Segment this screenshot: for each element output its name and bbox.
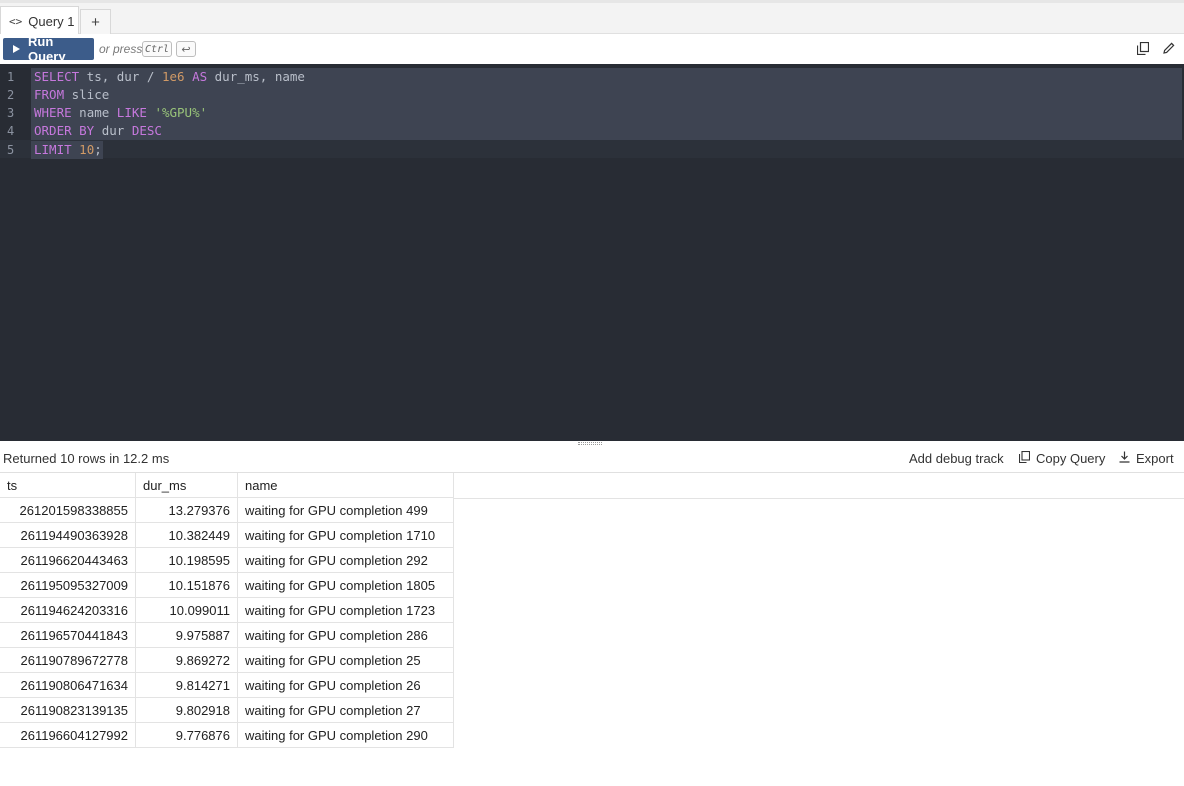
editor-line: 1 SELECT ts, dur / 1e6 AS dur_ms, name bbox=[0, 68, 1184, 86]
copy-query-label: Copy Query bbox=[1036, 451, 1106, 466]
code-line: FROM slice bbox=[34, 87, 110, 102]
copy-icon[interactable] bbox=[1135, 40, 1151, 56]
run-query-button[interactable]: Run Query bbox=[3, 34, 94, 64]
cell-ts: 261194624203316 bbox=[0, 598, 136, 623]
code-line: LIMIT 10; bbox=[34, 142, 102, 157]
cell-ts: 261196604127992 bbox=[0, 723, 136, 748]
cell-dur-ms: 10.382449 bbox=[136, 523, 238, 548]
pencil-icon[interactable] bbox=[1161, 40, 1177, 56]
column-header-ts[interactable]: ts bbox=[0, 473, 136, 498]
column-header-name[interactable]: name bbox=[238, 473, 454, 498]
download-icon bbox=[1119, 451, 1130, 466]
table-row[interactable]: 261194490363928 10.382449 waiting for GPU … bbox=[0, 523, 454, 548]
cell-dur-ms: 10.198595 bbox=[136, 548, 238, 573]
cell-dur-ms: 9.869272 bbox=[136, 648, 238, 673]
cell-name: waiting for GPU completion 27 bbox=[238, 698, 454, 723]
cell-ts: 261190823139135 bbox=[0, 698, 136, 723]
cell-name: waiting for GPU completion 286 bbox=[238, 623, 454, 648]
table-row[interactable]: 261201598338855 13.279376 waiting for GPU … bbox=[0, 498, 454, 523]
cell-dur-ms: 9.975887 bbox=[136, 623, 238, 648]
table-row[interactable]: 261195095327009 10.151876 waiting for GPU … bbox=[0, 573, 454, 598]
table-body: 261201598338855 13.279376 waiting for GPU … bbox=[0, 498, 454, 748]
cell-ts: 261194490363928 bbox=[0, 523, 136, 548]
cell-ts: 261190789672778 bbox=[0, 648, 136, 673]
tab-query-1[interactable]: <> Query 1 bbox=[0, 6, 79, 36]
cell-dur-ms: 10.099011 bbox=[136, 598, 238, 623]
export-button[interactable]: Export bbox=[1119, 451, 1174, 466]
export-label: Export bbox=[1136, 451, 1174, 466]
cell-dur-ms: 9.776876 bbox=[136, 723, 238, 748]
cell-name: waiting for GPU completion 1710 bbox=[238, 523, 454, 548]
code-line: WHERE name LIKE '%GPU%' bbox=[34, 105, 208, 120]
code-icon: <> bbox=[9, 15, 23, 28]
editor-line: 2 FROM slice bbox=[0, 86, 1184, 104]
query-toolbar: Run Query or press Ctrl ↩ bbox=[0, 34, 1184, 64]
line-number: 3 bbox=[7, 106, 15, 120]
cell-ts: 261201598338855 bbox=[0, 498, 136, 523]
table-header-extension bbox=[454, 473, 1184, 499]
table-row[interactable]: 261190806471634 9.814271 waiting for GPU c… bbox=[0, 673, 454, 698]
cell-name: waiting for GPU completion 26 bbox=[238, 673, 454, 698]
add-debug-track-button[interactable]: Add debug track bbox=[909, 451, 1004, 466]
cell-name: waiting for GPU completion 25 bbox=[238, 648, 454, 673]
plus-icon: + bbox=[91, 13, 100, 31]
code-line: SELECT ts, dur / 1e6 AS dur_ms, name bbox=[34, 69, 305, 84]
sql-editor[interactable]: 1 SELECT ts, dur / 1e6 AS dur_ms, name 2… bbox=[0, 64, 1184, 441]
run-query-label: Run Query bbox=[28, 34, 66, 64]
cell-dur-ms: 9.814271 bbox=[136, 673, 238, 698]
add-tab-button[interactable]: + bbox=[80, 9, 111, 35]
cell-name: waiting for GPU completion 292 bbox=[238, 548, 454, 573]
editor-line: 3 WHERE name LIKE '%GPU%' bbox=[0, 104, 1184, 122]
add-debug-track-label: Add debug track bbox=[909, 451, 1004, 466]
cell-dur-ms: 10.151876 bbox=[136, 573, 238, 598]
play-icon bbox=[13, 45, 20, 53]
results-header: Returned 10 rows in 12.2 ms Add debug tr… bbox=[0, 447, 1184, 473]
table-row[interactable]: 261196620443463 10.198595 waiting for GPU … bbox=[0, 548, 454, 573]
table-row[interactable]: 261190789672778 9.869272 waiting for GPU c… bbox=[0, 648, 454, 673]
cell-dur-ms: 9.802918 bbox=[136, 698, 238, 723]
copy-icon bbox=[1018, 450, 1031, 466]
line-number: 4 bbox=[7, 124, 15, 138]
cell-ts: 261196570441843 bbox=[0, 623, 136, 648]
cell-name: waiting for GPU completion 1723 bbox=[238, 598, 454, 623]
copy-query-button[interactable]: Copy Query bbox=[1018, 450, 1106, 466]
tab-label: Query 1 bbox=[28, 14, 75, 29]
cell-name: waiting for GPU completion 1805 bbox=[238, 573, 454, 598]
cell-ts: 261190806471634 bbox=[0, 673, 136, 698]
editor-line: 5 LIMIT 10; bbox=[0, 141, 1184, 159]
cell-ts: 261195095327009 bbox=[0, 573, 136, 598]
line-number: 1 bbox=[7, 70, 15, 84]
enter-key-hint: ↩ bbox=[176, 41, 196, 57]
table-row[interactable]: 261196570441843 9.975887 waiting for GPU c… bbox=[0, 623, 454, 648]
table-row[interactable]: 261196604127992 9.776876 waiting for GPU c… bbox=[0, 723, 454, 748]
results-table: ts dur_ms name 261201598338855 13.279376 w… bbox=[0, 473, 454, 748]
tab-bar: <> Query 1 + bbox=[0, 0, 1184, 36]
column-header-dur-ms[interactable]: dur_ms bbox=[136, 473, 238, 498]
cell-name: waiting for GPU completion 499 bbox=[238, 498, 454, 523]
shortcut-hint: or press bbox=[99, 42, 143, 56]
line-number: 2 bbox=[7, 88, 15, 102]
code-line: ORDER BY dur DESC bbox=[34, 123, 162, 138]
cell-ts: 261196620443463 bbox=[0, 548, 136, 573]
cell-name: waiting for GPU completion 290 bbox=[238, 723, 454, 748]
grip-icon bbox=[578, 442, 602, 445]
table-header-row: ts dur_ms name bbox=[0, 473, 454, 498]
results-status: Returned 10 rows in 12.2 ms bbox=[3, 451, 170, 466]
table-row[interactable]: 261194624203316 10.099011 waiting for GPU … bbox=[0, 598, 454, 623]
table-row[interactable]: 261190823139135 9.802918 waiting for GPU c… bbox=[0, 698, 454, 723]
line-number: 5 bbox=[7, 143, 15, 157]
cell-dur-ms: 13.279376 bbox=[136, 498, 238, 523]
ctrl-key-hint: Ctrl bbox=[142, 41, 172, 57]
editor-line: 4 ORDER BY dur DESC bbox=[0, 122, 1184, 140]
